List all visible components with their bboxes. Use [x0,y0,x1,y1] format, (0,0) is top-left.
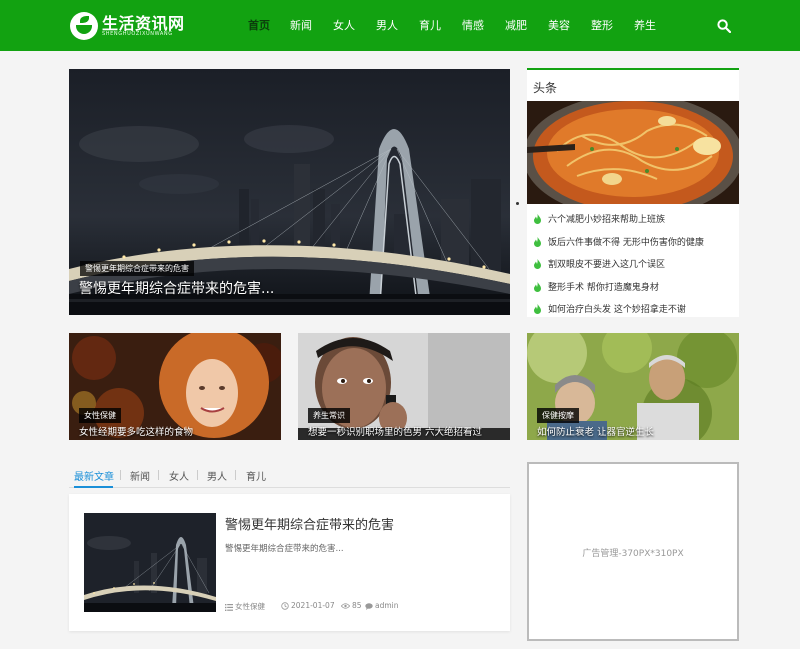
clock-icon [281,602,289,610]
tab-men[interactable]: 男人 [207,468,227,483]
feature-card[interactable]: 女性保健 女性经期要多吃这样的食物 [69,333,281,440]
article-excerpt: 警惕更年期综合症带来的危害... [225,544,344,554]
article-tabs: 最新文章 新闻 女人 男人 育儿 [69,462,510,488]
card-title[interactable]: 如何防止衰老 让器官逆生长 [537,424,654,438]
card-category-tag[interactable]: 养生常识 [308,408,350,423]
nav-item-parenting[interactable]: 育儿 [419,17,441,33]
hero-category-tag[interactable]: 警惕更年期综合症带来的危害 [80,261,194,276]
bridge-night-thumbnail [84,513,216,612]
headline-link[interactable]: 如何治疗白头发 这个妙招拿走不谢 [548,302,686,315]
tab-divider [158,470,159,480]
tab-women[interactable]: 女人 [169,468,189,483]
ad-placeholder[interactable]: 广告管理-370PX*310PX [527,462,739,641]
headline-image[interactable] [527,101,739,204]
nav-item-home[interactable]: 首页 [248,17,270,33]
tab-divider [197,470,198,480]
feature-card[interactable]: 养生常识 想要一秒识别职场里的色男 六大绝招看过 [298,333,510,440]
headline-link[interactable]: 整形手术 帮你打造魔鬼身材 [548,280,659,293]
tab-news[interactable]: 新闻 [130,468,150,483]
nav-item-women[interactable]: 女人 [333,17,355,33]
card-category-tag[interactable]: 女性保健 [79,408,121,423]
flame-icon [534,281,541,292]
tab-active-indicator [74,486,113,488]
headline-list: 六个减肥小妙招来帮助上班族 饭后六件事做不得 无形中伤害你的健康 割双眼皮不要进… [527,210,739,323]
flame-icon [534,214,541,224]
tab-divider [235,470,236,480]
flame-icon [534,304,541,314]
headline-link[interactable]: 六个减肥小妙招来帮助上班族 [548,212,665,225]
list-item[interactable]: 如何治疗白头发 这个妙招拿走不谢 [527,300,739,323]
headline-link[interactable]: 饭后六件事做不得 无形中伤害你的健康 [548,235,704,248]
meta-author-label: admin [375,601,399,610]
ad-text: 广告管理-370PX*310PX [582,549,684,559]
noodle-soup-image [527,101,739,204]
nav-item-beauty[interactable]: 美容 [548,17,570,33]
leaf-logo-icon [70,12,98,40]
card-title[interactable]: 想要一秒识别职场里的色男 六大绝招看过 [308,424,482,438]
nav-item-news[interactable]: 新闻 [290,17,312,33]
meta-category[interactable]: 女性保健 [225,601,265,612]
article-card: 警惕更年期综合症带来的危害 警惕更年期综合症带来的危害... 女性保健 2021… [69,494,510,631]
feature-card[interactable]: 保健按摩 如何防止衰老 让器官逆生长 [527,333,739,440]
list-item[interactable]: 割双眼皮不要进入这几个误区 [527,255,739,278]
card-category-tag[interactable]: 保健按摩 [537,408,579,423]
list-item[interactable]: 整形手术 帮你打造魔鬼身材 [527,278,739,301]
flame-icon [534,236,541,247]
tab-divider [120,470,121,480]
list-item[interactable]: 六个减肥小妙招来帮助上班族 [527,210,739,233]
meta-author[interactable]: admin [365,601,399,610]
logo-subtitle: SHENGHUOZIXUNWANG [102,31,173,37]
nav-item-men[interactable]: 男人 [376,17,398,33]
nav-item-plastic[interactable]: 整形 [591,17,613,33]
headline-link[interactable]: 割双眼皮不要进入这几个误区 [548,257,665,270]
meta-date-label: 2021-01-07 [291,601,335,610]
tab-parenting[interactable]: 育儿 [246,468,266,483]
hero-title[interactable]: 警惕更年期综合症带来的危害... [79,278,274,298]
article-title[interactable]: 警惕更年期综合症带来的危害 [225,514,394,533]
site-logo[interactable]: 生活资讯网 SHENGHUOZIXUNWANG [70,10,184,42]
list-item[interactable]: 饭后六件事做不得 无形中伤害你的健康 [527,233,739,256]
nav-item-emotion[interactable]: 情感 [462,17,484,33]
meta-date: 2021-01-07 [281,601,335,610]
comment-icon [365,602,373,610]
search-icon[interactable] [717,19,731,33]
headline-panel-title: 头条 [533,81,558,95]
eye-icon [341,603,350,609]
tab-latest[interactable]: 最新文章 [74,468,114,483]
meta-views: 85 [341,601,362,610]
meta-views-label: 85 [352,601,362,610]
article-thumbnail[interactable] [84,513,216,612]
headline-panel: 头条 六个减肥小妙招来帮助上班族 饭后六件事做不得 无形中伤害你的健康 割双眼皮… [527,68,739,317]
card-title[interactable]: 女性经期要多吃这样的食物 [79,424,193,438]
list-icon [225,603,233,611]
meta-category-label: 女性保健 [235,602,265,611]
nav-item-health[interactable]: 养生 [634,17,656,33]
site-header: 生活资讯网 SHENGHUOZIXUNWANG 首页 新闻 女人 男人 育儿 情… [0,0,800,51]
flame-icon [534,259,541,269]
slider-dot[interactable] [516,202,519,205]
nav-item-weightloss[interactable]: 减肥 [505,17,527,33]
